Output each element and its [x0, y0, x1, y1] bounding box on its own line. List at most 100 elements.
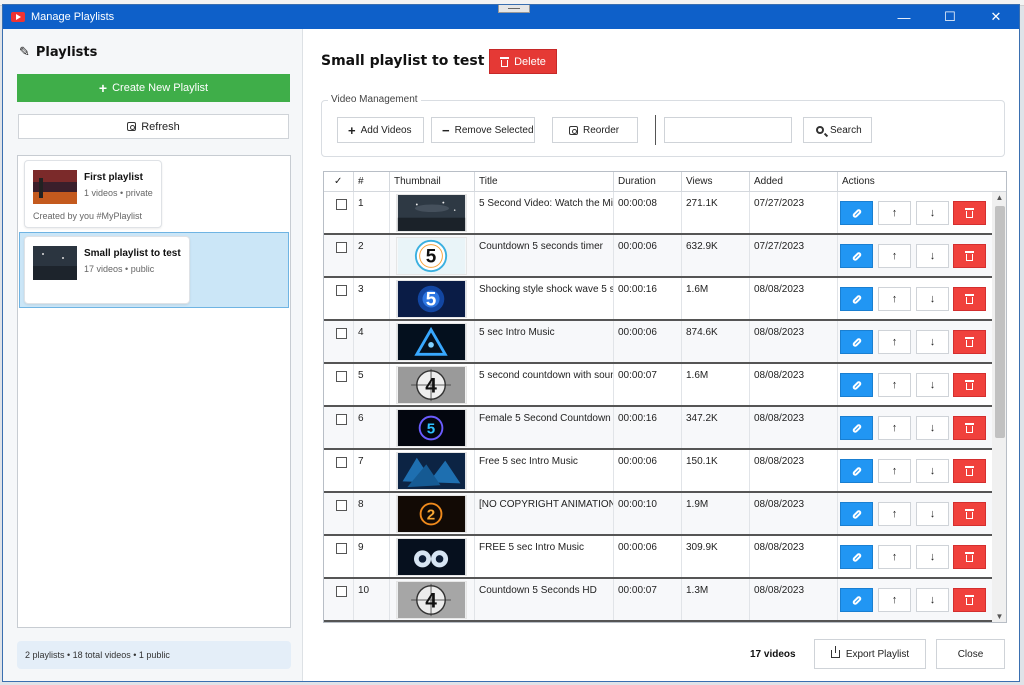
move-up-button[interactable]: ↑ — [878, 201, 911, 225]
table-row[interactable]: 2 5 Countdown 5 seconds timer 00:00:06 632.9… — [324, 235, 992, 278]
trash-icon — [965, 552, 974, 562]
vertical-scrollbar[interactable]: ▲ ▼ — [992, 192, 1006, 622]
move-down-button[interactable]: ↓ — [916, 459, 949, 483]
scroll-down-arrow[interactable]: ▼ — [992, 611, 1006, 622]
column-header-actions[interactable]: Actions — [838, 172, 1006, 192]
move-up-button[interactable]: ↑ — [878, 502, 911, 526]
youtube-icon — [11, 12, 25, 22]
remove-video-button[interactable] — [953, 330, 986, 354]
move-up-button[interactable]: ↑ — [878, 244, 911, 268]
move-up-button[interactable]: ↑ — [878, 416, 911, 440]
table-row[interactable]: 6 5 Female 5 Second Countdown 00:00:16 347.2… — [324, 407, 992, 450]
scroll-up-arrow[interactable]: ▲ — [992, 192, 1006, 204]
row-checkbox[interactable] — [336, 371, 347, 382]
column-header-views[interactable]: Views — [682, 172, 750, 192]
playlist-name: Small playlist to test — [84, 248, 181, 259]
column-header-added[interactable]: Added — [750, 172, 838, 192]
table-row[interactable]: 5 4 5 second countdown with sound 00:00:07 1… — [324, 364, 992, 407]
remove-video-button[interactable] — [953, 287, 986, 311]
move-down-button[interactable]: ↓ — [916, 287, 949, 311]
minimize-button[interactable]: — — [881, 5, 927, 29]
open-link-button[interactable] — [840, 459, 873, 483]
row-checkbox[interactable] — [336, 285, 347, 296]
move-down-button[interactable]: ↓ — [916, 244, 949, 268]
row-checkbox[interactable] — [336, 586, 347, 597]
row-checkbox[interactable] — [336, 543, 347, 554]
remove-selected-button[interactable]: − Remove Selected — [431, 117, 535, 143]
column-header-title[interactable]: Title — [475, 172, 614, 192]
table-row[interactable]: 8 2 [NO COPYRIGHT ANIMATION] 5 second coun… — [324, 493, 992, 536]
move-up-button[interactable]: ↑ — [878, 287, 911, 311]
column-header-duration[interactable]: Duration — [614, 172, 682, 192]
open-link-button[interactable] — [840, 416, 873, 440]
search-input[interactable] — [664, 117, 792, 143]
row-checkbox[interactable] — [336, 457, 347, 468]
open-link-button[interactable] — [840, 330, 873, 354]
playlist-card-first[interactable]: First playlist 1 videos • private Create… — [24, 160, 162, 228]
move-up-button[interactable]: ↑ — [878, 588, 911, 612]
move-down-button[interactable]: ↓ — [916, 545, 949, 569]
video-duration: 00:00:16 — [614, 407, 682, 448]
column-header-number[interactable]: # — [354, 172, 390, 192]
remove-video-button[interactable] — [953, 545, 986, 569]
table-row[interactable]: 7 Free 5 sec Intro Music 00:00:06 150.1K 08/… — [324, 450, 992, 493]
open-link-button[interactable] — [840, 502, 873, 526]
table-row[interactable]: 4 5 sec Intro Music 00:00:06 874.6K 08/08/20… — [324, 321, 992, 364]
add-videos-button[interactable]: + Add Videos — [337, 117, 424, 143]
move-up-button[interactable]: ↑ — [878, 545, 911, 569]
move-down-button[interactable]: ↓ — [916, 201, 949, 225]
open-link-button[interactable] — [840, 244, 873, 268]
move-up-button[interactable]: ↑ — [878, 373, 911, 397]
column-header-select[interactable]: ✓ — [324, 172, 354, 192]
edit-note-icon: ✎ — [19, 45, 30, 60]
scroll-thumb[interactable] — [995, 206, 1005, 438]
close-window-button[interactable]: ✕ — [973, 5, 1019, 29]
move-up-button[interactable]: ↑ — [878, 459, 911, 483]
video-duration: 00:00:06 — [614, 235, 682, 276]
column-header-thumbnail[interactable]: Thumbnail — [390, 172, 475, 192]
thumbnail-cell — [390, 321, 475, 362]
table-row[interactable]: 1 5 Second Video: Watch the Milky Way Ris… — [324, 192, 992, 235]
playlist-card-small[interactable]: Small playlist to test 17 videos • publi… — [24, 236, 190, 304]
actions-cell: ↑ ↓ — [838, 364, 992, 405]
remove-video-button[interactable] — [953, 201, 986, 225]
create-playlist-button[interactable]: + Create New Playlist — [17, 74, 290, 102]
move-down-button[interactable]: ↓ — [916, 588, 949, 612]
table-row[interactable]: 10 4 Countdown 5 Seconds HD 00:00:07 1.3M 08/… — [324, 579, 992, 622]
reorder-button[interactable]: Reorder — [552, 117, 638, 143]
remove-video-button[interactable] — [953, 416, 986, 440]
remove-video-button[interactable] — [953, 459, 986, 483]
move-up-button[interactable]: ↑ — [878, 330, 911, 354]
row-checkbox[interactable] — [336, 500, 347, 511]
remove-video-button[interactable] — [953, 373, 986, 397]
playlist-name: First playlist — [84, 172, 143, 183]
close-button[interactable]: Close — [936, 639, 1005, 669]
row-checkbox[interactable] — [336, 242, 347, 253]
row-checkbox[interactable] — [336, 414, 347, 425]
video-added: 08/08/2023 — [750, 450, 838, 491]
row-checkbox[interactable] — [336, 328, 347, 339]
move-down-button[interactable]: ↓ — [916, 502, 949, 526]
thumbnail-cell: 2 — [390, 493, 475, 534]
remove-video-button[interactable] — [953, 588, 986, 612]
move-down-button[interactable]: ↓ — [916, 416, 949, 440]
search-button[interactable]: Search — [803, 117, 872, 143]
open-link-button[interactable] — [840, 588, 873, 612]
move-down-button[interactable]: ↓ — [916, 330, 949, 354]
row-checkbox[interactable] — [336, 199, 347, 210]
remove-video-button[interactable] — [953, 502, 986, 526]
remove-video-button[interactable] — [953, 244, 986, 268]
delete-playlist-button[interactable]: Delete — [489, 49, 557, 74]
table-row[interactable]: 9 FREE 5 sec Intro Music 00:00:06 309.9K 08/… — [324, 536, 992, 579]
table-row[interactable]: 3 5 Shocking style shock wave 5 second cou… — [324, 278, 992, 321]
open-link-button[interactable] — [840, 201, 873, 225]
move-down-button[interactable]: ↓ — [916, 373, 949, 397]
maximize-button[interactable]: ☐ — [927, 5, 973, 29]
window-grip[interactable] — [498, 5, 530, 13]
video-views: 874.6K — [682, 321, 750, 362]
open-link-button[interactable] — [840, 373, 873, 397]
open-link-button[interactable] — [840, 287, 873, 311]
open-link-button[interactable] — [840, 545, 873, 569]
refresh-button[interactable]: Refresh — [18, 114, 289, 139]
export-playlist-button[interactable]: Export Playlist — [814, 639, 926, 669]
